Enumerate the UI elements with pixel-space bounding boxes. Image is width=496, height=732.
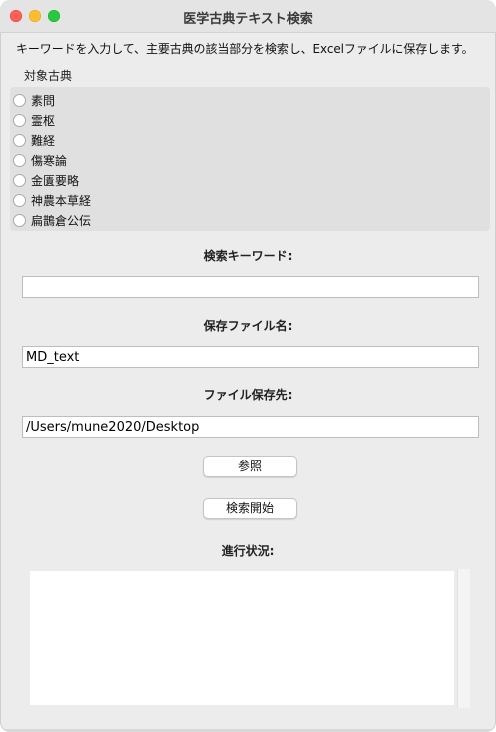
app-window: 医学古典テキスト検索 キーワードを入力して、主要古典の該当部分を検索し、Exce… xyxy=(0,0,496,732)
window-title: 医学古典テキスト検索 xyxy=(183,12,313,27)
progress-scrollbar[interactable] xyxy=(457,569,470,708)
title-bar[interactable]: 医学古典テキスト検索 xyxy=(0,0,496,33)
radio-option-somon[interactable]: 素問 xyxy=(13,91,55,109)
radio-option-label: 霊枢 xyxy=(31,113,56,128)
radio-button[interactable] xyxy=(13,193,26,207)
radio-button[interactable] xyxy=(13,173,26,187)
radio-option-label: 傷寒論 xyxy=(31,153,68,168)
radio-option-shinnohonzokyo[interactable]: 神農本草経 xyxy=(13,191,91,209)
radio-button[interactable] xyxy=(13,153,26,167)
radio-button[interactable] xyxy=(13,213,26,227)
browse-button[interactable]: 参照 xyxy=(203,456,297,477)
progress-log[interactable] xyxy=(30,571,454,705)
classics-radio-group: 素問 霊枢 難経 傷寒論 金匱要略 神農本草経 扁鵲倉公伝 xyxy=(10,87,490,231)
radio-button[interactable] xyxy=(13,113,26,127)
save-filename-label: 保存ファイル名: xyxy=(203,319,293,333)
radio-option-label: 難経 xyxy=(31,133,56,148)
start-search-button[interactable]: 検索開始 xyxy=(203,498,297,519)
save-location-input[interactable] xyxy=(22,416,479,438)
keyword-label: 検索キーワード: xyxy=(203,249,293,263)
description-text: キーワードを入力して、主要古典の該当部分を検索し、Excelファイルに保存します… xyxy=(16,42,474,56)
save-location-label: ファイル保存先: xyxy=(203,388,293,402)
radio-option-reisu[interactable]: 霊枢 xyxy=(13,111,55,129)
radio-option-label: 扁鵲倉公伝 xyxy=(31,213,92,228)
radio-option-nankei[interactable]: 難経 xyxy=(13,131,55,149)
radio-option-henjakusokoden[interactable]: 扁鵲倉公伝 xyxy=(13,211,91,229)
radio-option-shokanron[interactable]: 傷寒論 xyxy=(13,151,67,169)
radio-option-label: 神農本草経 xyxy=(31,193,92,208)
classics-group-label: 対象古典 xyxy=(24,69,73,83)
keyword-input[interactable] xyxy=(22,276,479,298)
progress-label: 進行状況: xyxy=(221,544,275,558)
save-filename-input[interactable] xyxy=(22,346,479,368)
radio-option-kinkiyoryaku[interactable]: 金匱要略 xyxy=(13,171,79,189)
radio-option-label: 金匱要略 xyxy=(31,173,80,188)
radio-button[interactable] xyxy=(13,93,26,107)
radio-option-label: 素問 xyxy=(31,93,56,108)
radio-button[interactable] xyxy=(13,133,26,147)
